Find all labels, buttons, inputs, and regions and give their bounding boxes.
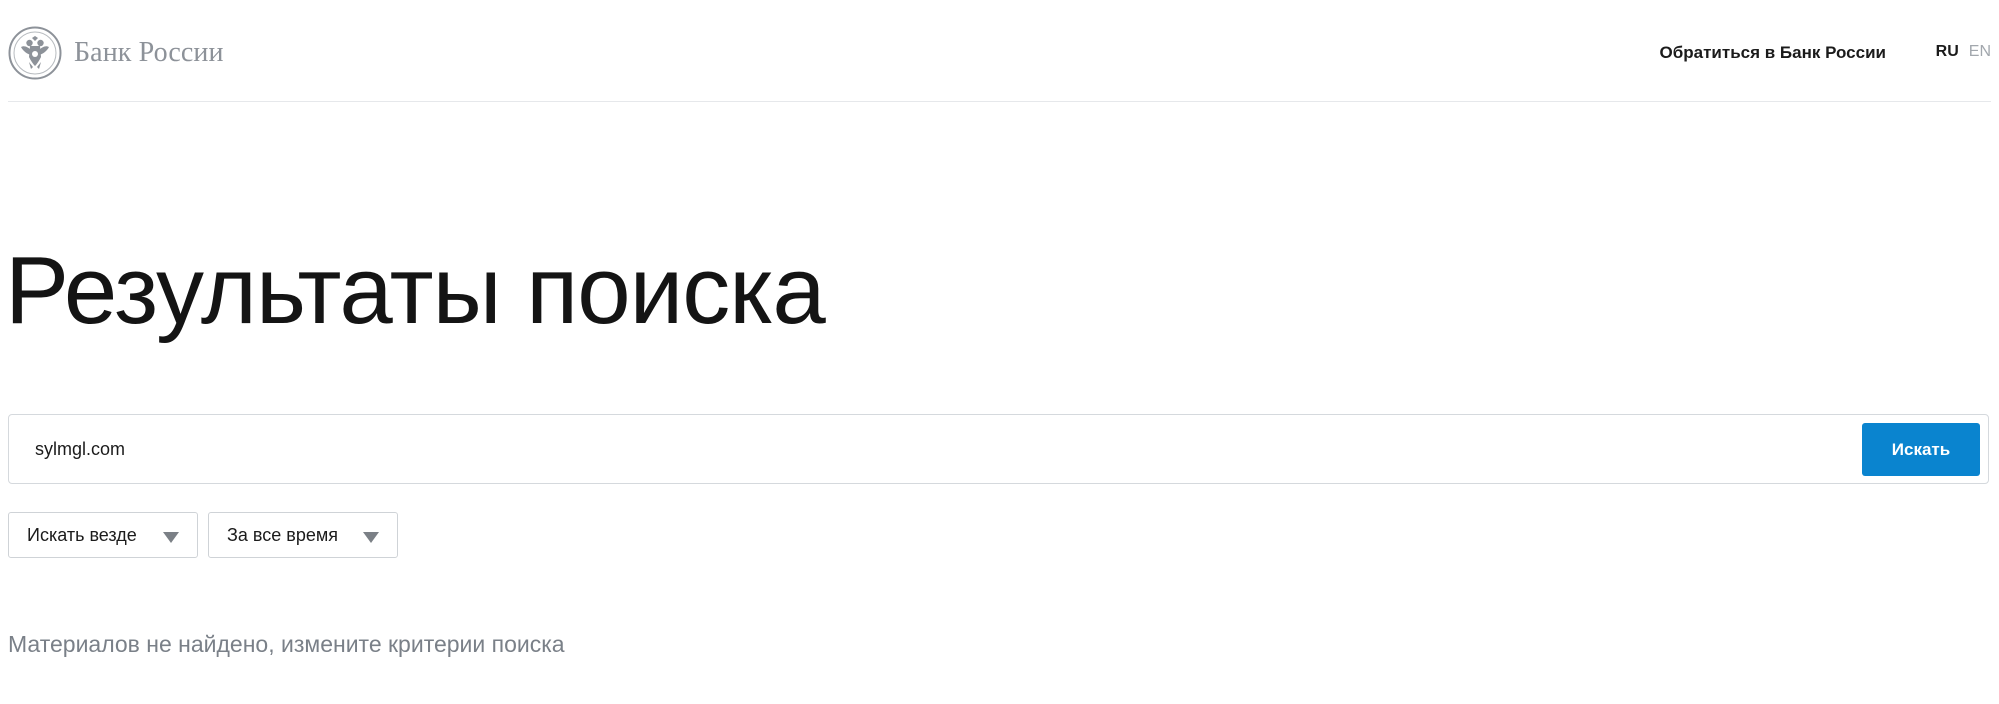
language-switcher: RU EN [1936, 43, 1991, 61]
search-bar: Искать [8, 414, 1989, 484]
caret-down-icon [163, 532, 179, 543]
caret-down-icon [363, 532, 379, 543]
search-period-dropdown[interactable]: За все время [208, 512, 398, 558]
brand-name: Банк России [74, 37, 224, 68]
language-ru[interactable]: RU [1936, 43, 1959, 61]
no-results-message: Материалов не найдено, измените критерии… [8, 631, 565, 657]
search-scope-value: Искать везде [27, 524, 137, 545]
page-title: Результаты поиска [5, 237, 826, 344]
search-button[interactable]: Искать [1862, 423, 1980, 476]
site-header: Банк России Обратиться в Банк России RU … [8, 0, 1991, 102]
search-input[interactable] [35, 415, 1835, 483]
bank-emblem-icon [8, 26, 62, 80]
brand-logo-link[interactable]: Банк России [8, 25, 224, 81]
search-scope-dropdown[interactable]: Искать везде [8, 512, 198, 558]
language-en[interactable]: EN [1969, 43, 1991, 61]
search-period-value: За все время [227, 524, 338, 545]
contact-bank-link[interactable]: Обратиться в Банк России [1660, 43, 1886, 63]
